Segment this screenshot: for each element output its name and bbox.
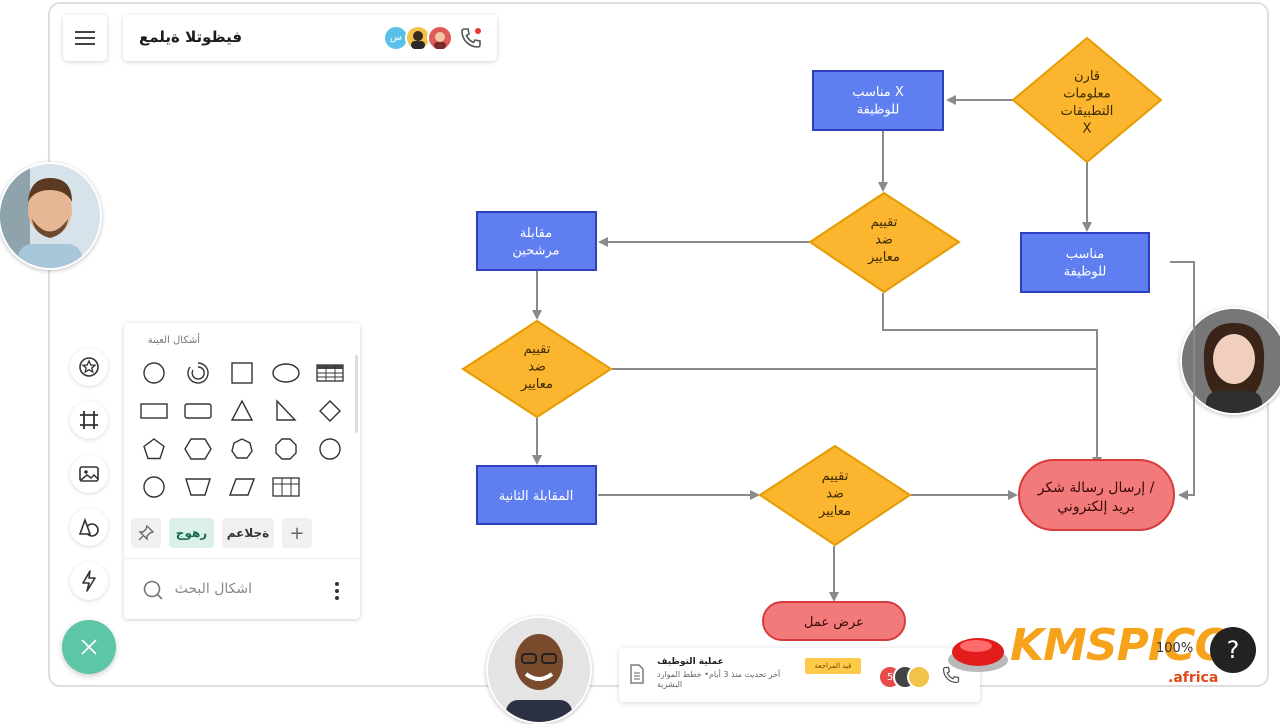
node-suitable-job[interactable]: مناسب للوظيفة — [1020, 232, 1150, 293]
connector[interactable] — [882, 293, 1102, 467]
node-label: عرض عمل — [804, 615, 864, 630]
node-suitable-x[interactable]: مناسب X للوظيفة — [812, 70, 944, 131]
help-button[interactable]: ? — [1210, 627, 1256, 673]
connector[interactable] — [1170, 261, 1195, 500]
node-evaluate-1[interactable]: تقييم ضد معايير — [808, 191, 961, 294]
document-icon — [630, 664, 644, 684]
flowchart-canvas: قارن معلومات التطبيقات X مناسب X للوظيفة تقي… — [461, 36, 1195, 641]
document-info-card[interactable]: عملية التوظيف آخر تحديث منذ 3 أيام• خطط … — [619, 648, 980, 702]
node-send-thanks[interactable]: إرسال رسالة شكر / بريد إلكتروني — [1018, 459, 1175, 531]
node-label: المقابلة الثانية — [499, 489, 574, 504]
node-evaluate-2[interactable]: تقييم ضد معايير — [461, 319, 613, 419]
doc-card-subtitle: آخر تحديث منذ 3 أيام• خطط الموارد البشري… — [657, 670, 781, 689]
collaborator-avatar[interactable] — [907, 665, 931, 689]
zoom-level[interactable]: 100% — [1156, 641, 1193, 656]
doc-card-title: عملية التوظيف — [657, 657, 724, 667]
node-second-interview[interactable]: المقابلة الثانية — [476, 465, 597, 525]
node-job-offer[interactable]: عرض عمل — [762, 601, 906, 641]
node-interview-candidates[interactable]: مقابلة مرشحين — [476, 211, 597, 271]
node-evaluate-3[interactable]: تقييم ضد معايير — [758, 444, 912, 547]
watermark-text: KMSPICO — [1010, 620, 1232, 671]
node-compare-apps[interactable]: قارن معلومات التطبيقات X — [1011, 36, 1163, 164]
watermark-suffix: .africa — [1168, 670, 1219, 686]
status-badge: قيد المراجعة — [805, 658, 861, 674]
